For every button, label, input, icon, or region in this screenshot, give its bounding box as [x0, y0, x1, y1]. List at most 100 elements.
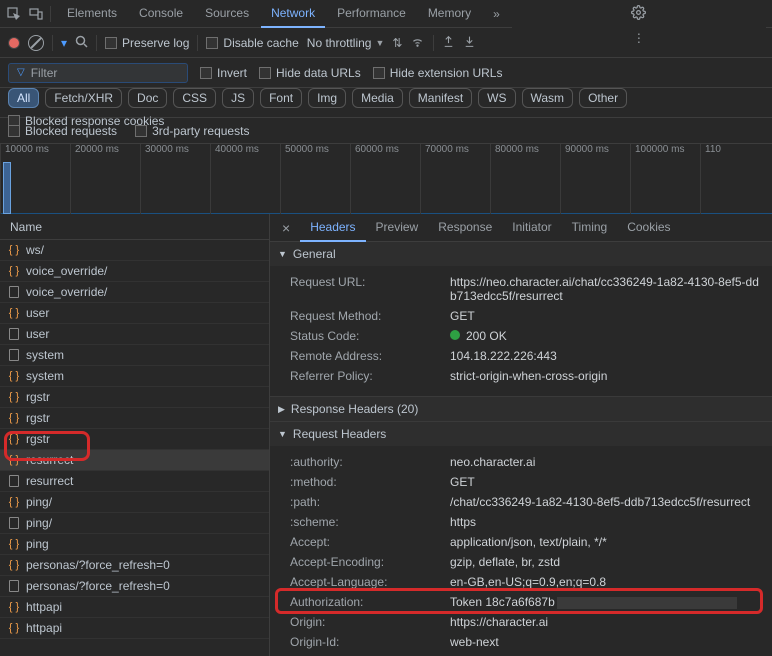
timeline[interactable]: 10000 ms20000 ms30000 ms40000 ms50000 ms…	[0, 144, 772, 214]
tab-console[interactable]: Console	[129, 0, 193, 28]
doc-icon	[8, 286, 20, 298]
disable-cache-toggle[interactable]: Disable cache	[206, 36, 298, 50]
request-row[interactable]: { }rgstr	[0, 429, 269, 450]
device-toolbar-icon[interactable]	[28, 6, 44, 22]
header-value[interactable]: en-GB,en-US;q=0.9,en;q=0.8	[450, 575, 762, 589]
request-row[interactable]: { }user	[0, 303, 269, 324]
header-value[interactable]: https://neo.character.ai/chat/cc336249-1…	[450, 275, 762, 303]
request-row[interactable]: { }rgstr	[0, 387, 269, 408]
detail-tab-headers[interactable]: Headers	[300, 214, 365, 242]
wifi-icon[interactable]	[410, 34, 425, 51]
detail-tab-timing[interactable]: Timing	[562, 214, 618, 242]
general-section-header[interactable]: ▼General	[270, 242, 772, 266]
request-list-panel: Name { }ws/{ }voice_override/voice_overr…	[0, 214, 270, 656]
header-value[interactable]: 104.18.222.226:443	[450, 349, 762, 363]
filter-toggle-icon[interactable]: ▾	[61, 36, 67, 50]
network-conditions-icon[interactable]: ⇅	[392, 36, 402, 50]
request-headers-section-header[interactable]: ▼Request Headers	[270, 422, 772, 446]
upload-icon[interactable]	[442, 35, 455, 51]
tab-performance[interactable]: Performance	[327, 0, 416, 28]
checkbox[interactable]	[206, 37, 218, 49]
header-value[interactable]: GET	[450, 309, 762, 323]
column-header-name[interactable]: Name	[0, 214, 269, 240]
detail-tab-initiator[interactable]: Initiator	[502, 214, 561, 242]
type-pill-ws[interactable]: WS	[478, 88, 515, 108]
header-value[interactable]: neo.character.ai	[450, 455, 762, 469]
header-value[interactable]: gzip, deflate, br, zstd	[450, 555, 762, 569]
detail-tabs: × HeadersPreviewResponseInitiatorTimingC…	[270, 214, 772, 242]
request-row[interactable]: { }personas/?force_refresh=0	[0, 555, 269, 576]
response-headers-section-header[interactable]: ▶Response Headers (20)	[270, 397, 772, 421]
request-row[interactable]: { }ws/	[0, 240, 269, 261]
request-row[interactable]: { }ping	[0, 534, 269, 555]
type-pill-media[interactable]: Media	[352, 88, 403, 108]
header-value[interactable]: https	[450, 515, 762, 529]
tab-sources[interactable]: Sources	[195, 0, 259, 28]
hide-ext-urls-toggle[interactable]: Hide extension URLs	[373, 66, 503, 80]
tab-network[interactable]: Network	[261, 0, 325, 28]
request-name: ping/	[26, 495, 52, 509]
third-party-toggle[interactable]: 3rd-party requests	[135, 124, 249, 138]
close-icon[interactable]: ×	[274, 220, 298, 236]
kebab-icon[interactable]: ⋮	[631, 30, 647, 46]
request-row[interactable]: { }resurrect	[0, 450, 269, 471]
type-pill-manifest[interactable]: Manifest	[409, 88, 472, 108]
header-value[interactable]: 200 OK	[450, 329, 762, 343]
type-pill-all[interactable]: All	[8, 88, 39, 108]
header-value[interactable]: Token 18c7a6f687b	[450, 595, 762, 609]
tab-elements[interactable]: Elements	[57, 0, 127, 28]
detail-tab-response[interactable]: Response	[428, 214, 502, 242]
request-row[interactable]: { }rgstr	[0, 408, 269, 429]
general-label: General	[293, 247, 336, 261]
more-tabs-icon[interactable]: »	[487, 7, 506, 21]
request-row[interactable]: { }ping/	[0, 492, 269, 513]
inspect-icon[interactable]	[6, 6, 22, 22]
timeline-cursor[interactable]	[3, 162, 11, 214]
request-row[interactable]: voice_override/	[0, 282, 269, 303]
detail-tab-cookies[interactable]: Cookies	[617, 214, 680, 242]
type-pill-img[interactable]: Img	[308, 88, 346, 108]
invert-toggle[interactable]: Invert	[200, 66, 247, 80]
header-value[interactable]: web-next	[450, 635, 762, 649]
type-pill-doc[interactable]: Doc	[128, 88, 167, 108]
devtools-topbar: ElementsConsoleSourcesNetworkPerformance…	[0, 0, 772, 28]
download-icon[interactable]	[463, 35, 476, 51]
type-pill-fetchxhr[interactable]: Fetch/XHR	[45, 88, 122, 108]
type-pill-other[interactable]: Other	[579, 88, 627, 108]
request-name: resurrect	[26, 474, 73, 488]
checkbox[interactable]	[105, 37, 117, 49]
request-row[interactable]: { }voice_override/	[0, 261, 269, 282]
tab-memory[interactable]: Memory	[418, 0, 481, 28]
detail-tab-preview[interactable]: Preview	[366, 214, 429, 242]
request-name: system	[26, 348, 64, 362]
request-header-row: :scheme:https	[290, 512, 762, 532]
gear-icon[interactable]	[631, 4, 647, 20]
header-value[interactable]: application/json, text/plain, */*	[450, 535, 762, 549]
request-row[interactable]: { }httpapi	[0, 597, 269, 618]
throttling-select[interactable]: No throttling▼	[307, 36, 385, 50]
request-row[interactable]: personas/?force_refresh=0	[0, 576, 269, 597]
header-value[interactable]: /chat/cc336249-1a82-4130-8ef5-ddb713edcc…	[450, 495, 762, 509]
xhr-icon: { }	[8, 622, 20, 634]
request-row[interactable]: ping/	[0, 513, 269, 534]
hide-data-urls-toggle[interactable]: Hide data URLs	[259, 66, 361, 80]
search-icon[interactable]	[75, 35, 88, 51]
type-pill-css[interactable]: CSS	[173, 88, 216, 108]
type-pill-wasm[interactable]: Wasm	[522, 88, 574, 108]
request-row[interactable]: system	[0, 345, 269, 366]
header-value[interactable]: GET	[450, 475, 762, 489]
blocked-requests-toggle[interactable]: Blocked requests	[8, 124, 117, 138]
request-row[interactable]: { }httpapi	[0, 618, 269, 639]
header-value[interactable]: https://character.ai	[450, 615, 762, 629]
header-key: Origin:	[290, 615, 450, 629]
clear-button[interactable]	[28, 35, 44, 51]
type-pill-font[interactable]: Font	[260, 88, 302, 108]
request-row[interactable]: resurrect	[0, 471, 269, 492]
record-button[interactable]	[8, 37, 20, 49]
filter-input[interactable]: ▽ Filter	[8, 63, 188, 83]
type-pill-js[interactable]: JS	[222, 88, 254, 108]
preserve-log-toggle[interactable]: Preserve log	[105, 36, 189, 50]
header-value[interactable]: strict-origin-when-cross-origin	[450, 369, 762, 383]
request-row[interactable]: { }system	[0, 366, 269, 387]
request-row[interactable]: user	[0, 324, 269, 345]
